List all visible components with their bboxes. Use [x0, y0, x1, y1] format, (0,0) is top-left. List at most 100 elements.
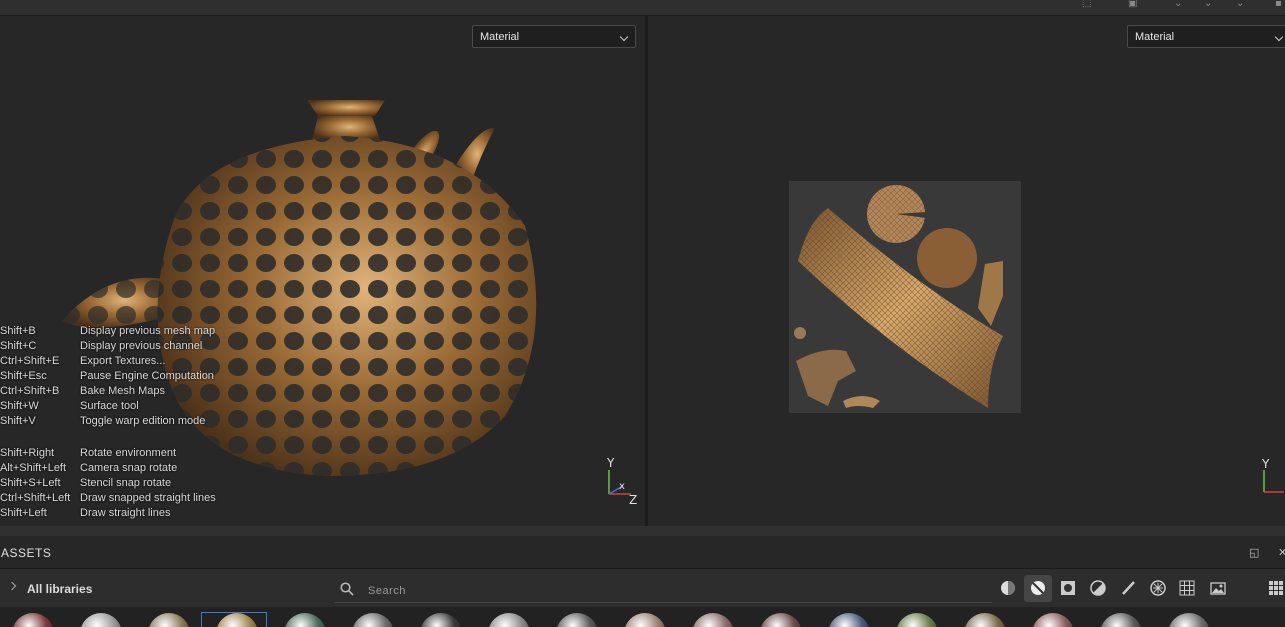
axis-z-label: Z	[629, 493, 637, 506]
shortcut-action: Export Textures...	[80, 355, 166, 367]
shortcut-key: Shift+C	[0, 340, 37, 352]
shortcut-key: Shift+V	[0, 415, 36, 427]
brushes-filter-button[interactable]	[1114, 575, 1142, 602]
shortcut-row: Alt+Shift+Left Camera snap rotate	[0, 461, 216, 476]
search-icon	[340, 582, 354, 596]
shortcut-row: Shift+C Display previous channel	[0, 339, 216, 354]
axis-gizmo-3d: Y x Z	[606, 456, 637, 506]
asset-thumbnail[interactable]	[12, 613, 54, 627]
shortcut-key: Shift+Left	[0, 507, 47, 519]
shortcut-key: Ctrl+Shift+Left	[0, 492, 71, 504]
shortcut-row: Shift+S+Left Stencil snap rotate	[0, 476, 216, 491]
shortcut-row: Shift+Left Draw straight lines	[0, 506, 216, 521]
grids-filter-button[interactable]	[1173, 575, 1201, 602]
grid-view-icon	[1269, 581, 1283, 595]
shortcut-key: Ctrl+Shift+B	[0, 385, 60, 397]
settings-icon[interactable]: ▪	[1275, 0, 1282, 10]
shortcut-row: Shift+V Toggle warp edition mode	[0, 414, 216, 429]
close-icon[interactable]: ✕	[1278, 546, 1285, 559]
materials-filter-button[interactable]	[994, 575, 1022, 602]
chevron-down-icon	[619, 32, 629, 42]
undock-icon[interactable]: ◱	[1249, 546, 1259, 559]
axis-x-label: x	[619, 481, 625, 492]
render-mode-icon[interactable]: ⌄	[1236, 0, 1244, 10]
top-toolbar: ⬚ ▣ ⌄ ⌄ ⌄ ▪	[0, 0, 1285, 16]
shortcut-action: Draw straight lines	[80, 507, 171, 519]
shortcut-group-2: Shift+Right Rotate environment Alt+Shift+L…	[0, 446, 216, 521]
asset-thumbnail[interactable]	[420, 613, 462, 627]
asset-thumbnail[interactable]	[760, 613, 802, 627]
channel-dropdown-3d[interactable]: Material	[472, 25, 636, 48]
asset-thumbnail[interactable]	[284, 613, 326, 627]
grid-view-button[interactable]	[1262, 575, 1285, 602]
asset-thumbnail[interactable]	[488, 613, 530, 627]
shortcut-key: Shift+W	[0, 400, 39, 412]
asset-thumbnail[interactable]	[556, 613, 598, 627]
library-selector[interactable]: All libraries	[27, 582, 92, 596]
shortcut-action: Display previous mesh map	[80, 325, 216, 337]
chevron-right-icon[interactable]	[7, 581, 17, 591]
shortcut-key: Shift+B	[0, 325, 36, 337]
layout-icon[interactable]: ▣	[1128, 0, 1137, 10]
asset-thumbnail[interactable]	[1100, 613, 1142, 627]
asset-thumbnail[interactable]	[1032, 613, 1074, 627]
asset-thumbnail[interactable]	[896, 613, 938, 627]
smart-materials-filter-button[interactable]	[1024, 575, 1052, 602]
shortcut-key: Alt+Shift+Left	[0, 462, 67, 474]
selected-asset-frame[interactable]	[201, 612, 267, 627]
channel-dropdown-value: Material	[480, 31, 520, 43]
shortcut-key: Shift+Esc	[0, 370, 47, 382]
brush-icon	[1122, 581, 1135, 595]
shortcut-row: Ctrl+Shift+B Bake Mesh Maps	[0, 384, 216, 399]
search-input[interactable]	[366, 581, 970, 600]
axis-gizmo-2d: Y	[1261, 457, 1284, 493]
asset-thumbnail[interactable]	[352, 613, 394, 627]
textures-filter-button[interactable]	[1054, 575, 1082, 602]
shortcut-action: Rotate environment	[80, 447, 176, 459]
asset-thumbnail[interactable]	[1168, 613, 1210, 627]
environment-icon	[1210, 582, 1226, 595]
panel-splitter[interactable]	[0, 526, 1285, 536]
shortcut-action: Toggle warp edition mode	[80, 415, 206, 427]
pattern-icon	[1150, 580, 1166, 596]
frame-icon[interactable]: ⬚	[1082, 0, 1091, 10]
uv-texture-preview	[789, 181, 1021, 413]
assets-search	[334, 577, 992, 603]
shortcut-action: Display previous channel	[80, 340, 203, 352]
shortcut-group-1: Shift+B Display previous mesh map Shift+C D…	[0, 324, 216, 429]
shortcut-row: Shift+Esc Pause Engine Computation	[0, 369, 216, 384]
shortcut-action: Stencil snap rotate	[80, 477, 172, 489]
masks-filter-button[interactable]	[1084, 575, 1112, 602]
assets-toolbar: All libraries	[0, 569, 1285, 607]
shortcut-key: Shift+S+Left	[0, 477, 61, 489]
asset-thumbnail[interactable]	[624, 613, 666, 627]
shortcut-row: Shift+B Display previous mesh map	[0, 324, 216, 339]
asset-thumbnail[interactable]	[148, 613, 190, 627]
assets-panel-title: ASSETS	[1, 546, 52, 560]
grid-icon	[1179, 580, 1195, 596]
asset-thumbnail[interactable]	[692, 613, 734, 627]
axis-y-label: Y	[1261, 457, 1270, 471]
shortcut-row: Shift+Right Rotate environment	[0, 446, 216, 461]
asset-thumbnail[interactable]	[828, 613, 870, 627]
environments-filter-button[interactable]	[1204, 575, 1232, 602]
smart-material-icon	[1031, 581, 1045, 595]
mask-icon	[1090, 580, 1106, 596]
shortcut-action: Draw snapped straight lines	[80, 492, 216, 504]
chevron-down-icon	[1274, 32, 1284, 42]
viewport-2d[interactable]: Material Y	[648, 16, 1285, 526]
shortcut-hints: Shift+B Display previous mesh map Shift+C D…	[0, 324, 216, 521]
channel-dropdown-2d[interactable]: Material	[1127, 25, 1285, 48]
asset-thumbnail-grid	[0, 607, 1285, 627]
shortcut-action: Camera snap rotate	[80, 462, 178, 474]
patterns-filter-button[interactable]	[1144, 575, 1172, 602]
asset-thumbnail[interactable]	[964, 613, 1006, 627]
viewport-3d[interactable]: Material Shift+B Display previous mesh ma…	[0, 16, 645, 526]
shortcut-action: Surface tool	[80, 400, 139, 412]
camera-mode-icon[interactable]: ⌄	[1174, 0, 1182, 10]
channel-dropdown-value: Material	[1135, 31, 1175, 43]
shortcut-row: Ctrl+Shift+Left Draw snapped straight lin…	[0, 491, 216, 506]
shortcut-action: Pause Engine Computation	[80, 370, 214, 382]
asset-thumbnail[interactable]	[80, 613, 122, 627]
display-mode-icon[interactable]: ⌄	[1204, 0, 1212, 10]
